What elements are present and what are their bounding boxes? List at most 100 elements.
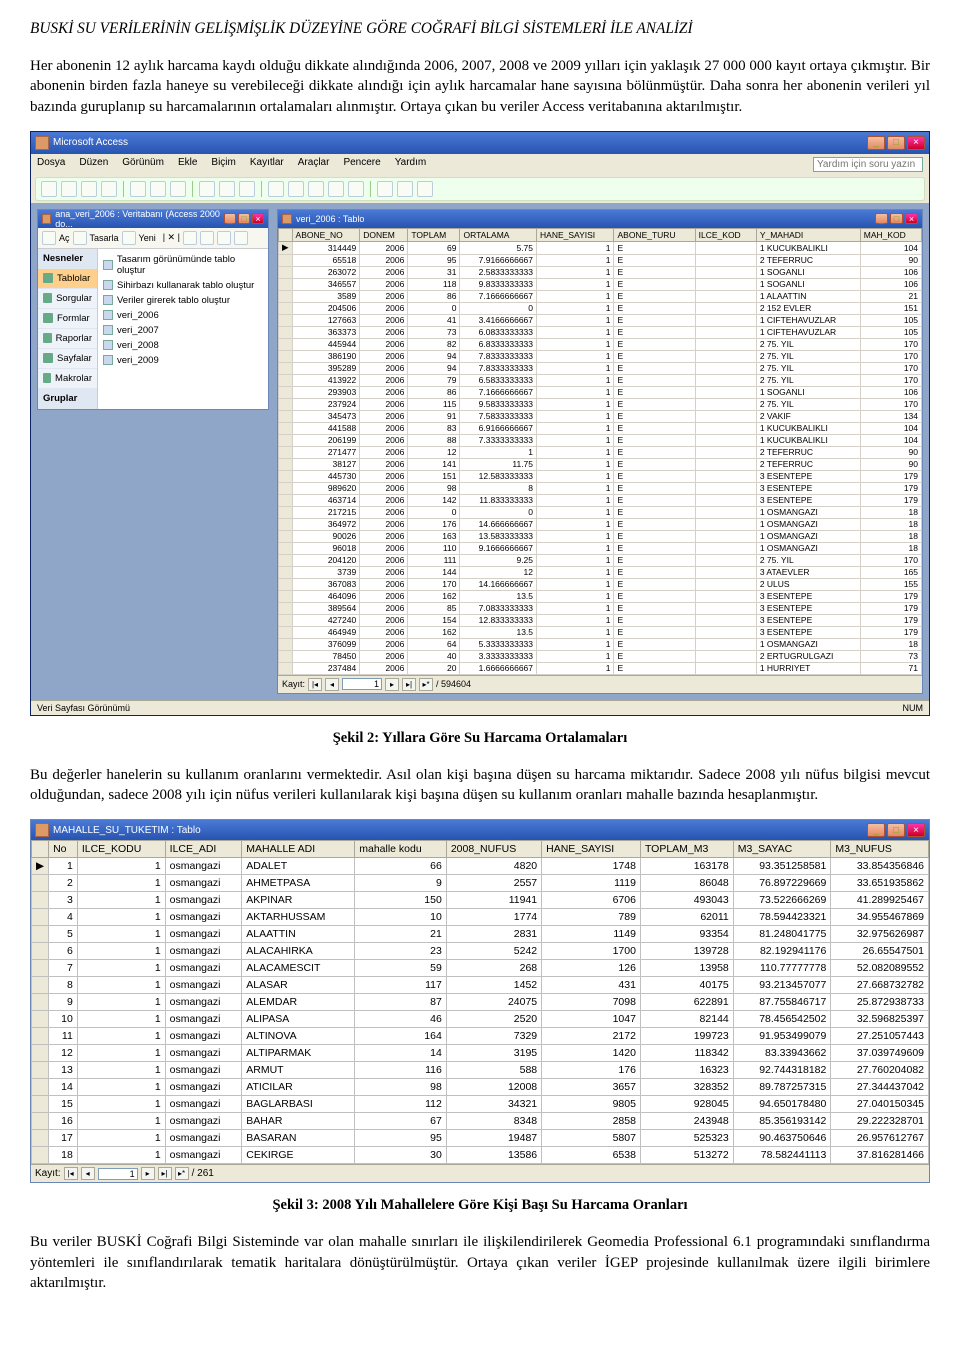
cell[interactable]: 179 <box>860 614 921 626</box>
ds-row-selector[interactable] <box>32 994 49 1011</box>
ds-cell[interactable]: 1 <box>77 926 165 943</box>
cell[interactable]: 237924 <box>292 398 360 410</box>
cell[interactable]: E <box>614 650 695 662</box>
ds-row-selector[interactable] <box>32 1011 49 1028</box>
cell[interactable]: 176 <box>408 518 460 530</box>
cell[interactable]: 96018 <box>292 542 360 554</box>
cell[interactable]: 2 75. YIL <box>756 350 860 362</box>
cell[interactable]: 1 <box>537 542 614 554</box>
cell[interactable]: 179 <box>860 470 921 482</box>
help-input[interactable] <box>813 157 923 172</box>
row-selector[interactable] <box>279 374 293 386</box>
cell[interactable]: 427240 <box>292 614 360 626</box>
cell[interactable]: 13.583333333 <box>460 530 537 542</box>
cell[interactable]: 1 <box>537 278 614 290</box>
cell[interactable]: 7.8333333333 <box>460 362 537 374</box>
cell[interactable]: 1 OSMANGAZI <box>756 518 860 530</box>
cell[interactable]: E <box>614 554 695 566</box>
cell[interactable]: 1 <box>537 626 614 638</box>
cell[interactable]: 104 <box>860 241 921 254</box>
cell[interactable]: 1 <box>537 362 614 374</box>
cell[interactable]: 170 <box>860 554 921 566</box>
cell[interactable]: 2006 <box>360 626 408 638</box>
ds-cell[interactable]: 163178 <box>640 858 733 875</box>
cell[interactable]: 162 <box>408 626 460 638</box>
ds-cell[interactable]: osmangazi <box>165 926 242 943</box>
cell[interactable]: 2006 <box>360 542 408 554</box>
cell[interactable]: 21 <box>860 290 921 302</box>
cell[interactable]: 134 <box>860 410 921 422</box>
cell[interactable]: E <box>614 410 695 422</box>
ds-cell[interactable]: AKPINAR <box>242 892 355 909</box>
cell[interactable]: 90 <box>860 446 921 458</box>
cell[interactable] <box>695 434 756 446</box>
cell[interactable] <box>695 254 756 266</box>
ds-cell[interactable]: 139728 <box>640 943 733 960</box>
cell[interactable] <box>695 614 756 626</box>
cell[interactable]: 12.583333333 <box>460 470 537 482</box>
column-header[interactable]: DONEM <box>360 228 408 241</box>
cell[interactable] <box>695 506 756 518</box>
ds-cell[interactable]: ALIPASA <box>242 1011 355 1028</box>
ds-cell[interactable]: 7329 <box>446 1028 541 1045</box>
cell[interactable]: 179 <box>860 626 921 638</box>
row-selector[interactable] <box>279 566 293 578</box>
ds-cell[interactable]: 9 <box>49 994 78 1011</box>
db-open-button[interactable] <box>42 231 56 245</box>
toolbar-button[interactable] <box>370 181 371 197</box>
cell[interactable]: 2 TEFERRUC <box>756 446 860 458</box>
cell[interactable]: 105 <box>860 314 921 326</box>
ds-cell[interactable]: 5242 <box>446 943 541 960</box>
row-selector[interactable] <box>279 302 293 314</box>
ds-row-selector[interactable] <box>32 892 49 909</box>
ds-minimize-button[interactable]: _ <box>867 823 885 837</box>
ds-column-header[interactable]: HANE_SAYISI <box>542 841 641 858</box>
cell[interactable]: 95 <box>408 254 460 266</box>
ds-cell[interactable]: 588 <box>446 1062 541 1079</box>
cell[interactable]: 1 SOGANLI <box>756 266 860 278</box>
ds-cell[interactable]: 1119 <box>542 875 641 892</box>
cell[interactable]: 3 ESENTEPE <box>756 470 860 482</box>
cell[interactable]: 2006 <box>360 470 408 482</box>
ds-cell[interactable]: 93354 <box>640 926 733 943</box>
ds-row-selector[interactable] <box>32 1045 49 1062</box>
ds-cell[interactable]: ALTINOVA <box>242 1028 355 1045</box>
cell[interactable]: 1 <box>537 350 614 362</box>
ds-cell[interactable]: 431 <box>542 977 641 994</box>
row-selector[interactable] <box>279 590 293 602</box>
cell[interactable]: 9.5833333333 <box>460 398 537 410</box>
object-tablolar[interactable]: Tablolar <box>38 269 97 289</box>
cell[interactable] <box>695 398 756 410</box>
cell[interactable]: 179 <box>860 590 921 602</box>
ds-cell[interactable]: osmangazi <box>165 1011 242 1028</box>
cell[interactable] <box>695 578 756 590</box>
ds-nav-current-input[interactable] <box>98 1168 138 1180</box>
cell[interactable]: E <box>614 458 695 470</box>
cell[interactable]: 389564 <box>292 602 360 614</box>
cell[interactable]: 18 <box>860 542 921 554</box>
cell[interactable]: E <box>614 314 695 326</box>
ds-row-selector[interactable] <box>32 943 49 960</box>
cell[interactable]: 40 <box>408 650 460 662</box>
cell[interactable]: E <box>614 326 695 338</box>
cell[interactable]: 263072 <box>292 266 360 278</box>
toolbar-button[interactable] <box>328 181 344 197</box>
cell[interactable]: 83 <box>408 422 460 434</box>
cell[interactable]: E <box>614 374 695 386</box>
cell[interactable]: 163 <box>408 530 460 542</box>
cell[interactable]: 1 <box>537 578 614 590</box>
cell[interactable]: 170 <box>860 374 921 386</box>
ds-cell[interactable]: 1 <box>77 1147 165 1164</box>
ds-cell[interactable]: ALAATTIN <box>242 926 355 943</box>
cell[interactable]: 6.5833333333 <box>460 374 537 386</box>
ds-row-selector[interactable] <box>32 1079 49 1096</box>
ds-cell[interactable]: 7 <box>49 960 78 977</box>
ds-cell[interactable]: osmangazi <box>165 1079 242 1096</box>
cell[interactable]: 78450 <box>292 650 360 662</box>
ds-cell[interactable]: osmangazi <box>165 1045 242 1062</box>
row-selector[interactable] <box>279 542 293 554</box>
ds-cell[interactable]: ALASAR <box>242 977 355 994</box>
toolbar-button[interactable] <box>417 181 433 197</box>
ds-cell[interactable]: 1 <box>77 1113 165 1130</box>
cell[interactable]: 2 75. YIL <box>756 398 860 410</box>
